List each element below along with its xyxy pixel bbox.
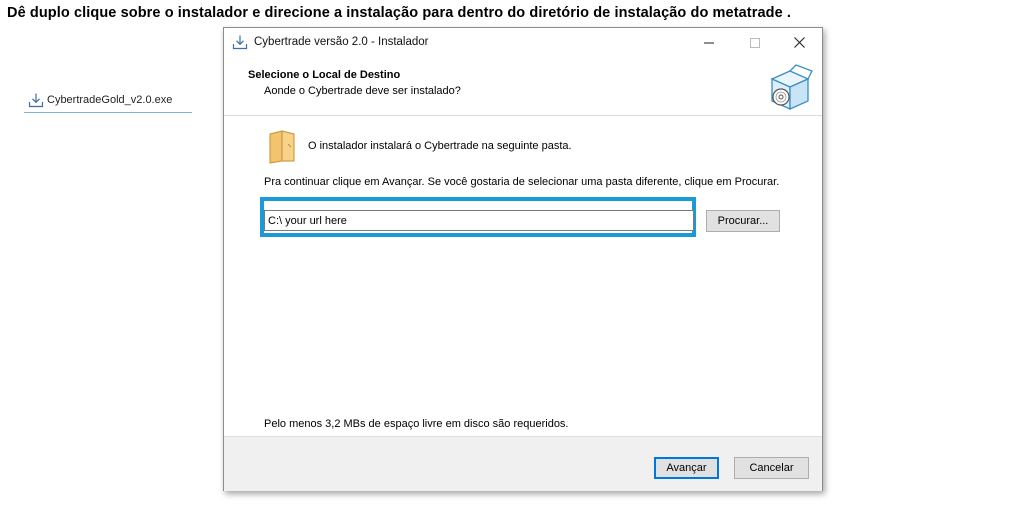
maximize-icon — [750, 35, 760, 51]
browse-button[interactable]: Procurar... — [706, 210, 780, 232]
software-box-cd-icon — [764, 63, 814, 113]
installer-download-icon — [232, 34, 248, 50]
disk-space-note: Pelo menos 3,2 MBs de espaço livre em di… — [264, 418, 569, 430]
wizard-header: Selecione o Local de Destino Aonde o Cyb… — [224, 57, 822, 116]
install-folder-text: O instalador instalará o Cybertrade na s… — [308, 140, 572, 152]
wizard-content: O instalador instalará o Cybertrade na s… — [224, 116, 822, 435]
installer-window: Cybertrade versão 2.0 - Instalador Selec… — [223, 27, 823, 491]
continue-instruction-text: Pra continuar clique em Avançar. Se você… — [264, 176, 780, 188]
instruction-headline: Dê duplo clique sobre o instalador e dir… — [7, 5, 792, 21]
window-titlebar[interactable]: Cybertrade versão 2.0 - Instalador — [224, 28, 822, 57]
close-icon — [793, 35, 805, 51]
folder-icon — [268, 130, 296, 164]
minimize-button[interactable] — [686, 28, 732, 57]
wizard-step-title: Selecione o Local de Destino — [248, 69, 401, 81]
window-title: Cybertrade versão 2.0 - Instalador — [254, 36, 429, 48]
desktop-installer-file[interactable]: CybertradeGold_v2.0.exe — [24, 90, 192, 113]
next-button[interactable]: Avançar — [654, 457, 719, 479]
cancel-button[interactable]: Cancelar — [734, 457, 809, 479]
maximize-button — [732, 28, 778, 57]
minimize-icon — [704, 35, 714, 51]
desktop-file-name: CybertradeGold_v2.0.exe — [47, 94, 173, 106]
installer-download-icon — [28, 92, 44, 108]
install-path-input[interactable] — [264, 210, 694, 231]
wizard-footer: Avançar Cancelar — [224, 436, 822, 491]
wizard-step-subtitle: Aonde o Cybertrade deve ser instalado? — [264, 85, 461, 97]
close-button[interactable] — [776, 28, 822, 57]
